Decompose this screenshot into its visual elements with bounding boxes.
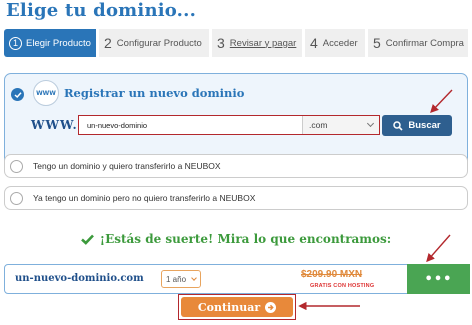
existing-radio[interactable] <box>10 191 23 205</box>
globe-www-label: WWW <box>36 89 56 97</box>
existing-domain-option[interactable]: Ya tengo un dominio pero no quiero trans… <box>4 186 468 210</box>
globe-www-icon: WWW <box>33 80 59 106</box>
search-icon <box>393 120 403 131</box>
transfer-domain-option[interactable]: Tengo un dominio y quiero transferirlo a… <box>4 154 468 178</box>
years-select[interactable]: 1 año <box>161 270 201 288</box>
continue-label: Continuar <box>197 300 261 314</box>
page-title: Elige tu dominio... <box>6 0 197 21</box>
register-title: Registrar un nuevo dominio <box>64 86 245 100</box>
step-number: 5 <box>373 35 381 51</box>
step-number: 3 <box>217 35 225 51</box>
arrow-right-icon <box>265 301 277 313</box>
step-confirmar-compra[interactable]: 5 Confirmar Compra <box>368 29 468 57</box>
step-acceder[interactable]: 4 Acceder <box>305 29 365 57</box>
domain-input[interactable] <box>79 116 303 134</box>
checkmark-icon <box>80 234 94 245</box>
chevron-down-icon <box>366 119 375 128</box>
step-number: 4 <box>310 35 318 51</box>
tld-value: .com <box>309 120 328 130</box>
result-price: $209.90 MXN <box>301 269 363 280</box>
step-label: Confirmar Compra <box>385 37 464 49</box>
more-options-label: ••• <box>424 271 453 287</box>
result-heading: ¡Estás de suerte! Mira lo que encontramo… <box>0 232 472 246</box>
domain-result-row: un-nuevo-dominio.com 1 año $209.90 MXN G… <box>4 264 470 294</box>
tld-select[interactable]: .com <box>303 116 379 134</box>
years-value: 1 año <box>166 274 187 284</box>
domain-search-group: .com <box>78 115 380 135</box>
search-button-label: Buscar <box>408 120 441 131</box>
register-option-check-icon[interactable] <box>11 88 24 101</box>
result-domain-name: un-nuevo-dominio.com <box>15 273 144 284</box>
price-note: GRATIS CON HOSTING <box>310 283 375 289</box>
step-revisar-y-pagar[interactable]: 3 Revisar y pagar <box>212 29 302 57</box>
step-elegir-producto[interactable]: 1 Elegir Producto <box>4 29 96 57</box>
transfer-option-label: Tengo un dominio y quiero transferirlo a… <box>33 161 221 171</box>
step-label: Configurar Producto <box>116 37 202 49</box>
chevron-down-icon <box>191 274 197 281</box>
more-options-button[interactable]: ••• <box>407 264 470 294</box>
result-heading-text: ¡Estás de suerte! Mira lo que encontramo… <box>99 232 392 246</box>
checkout-steps: 1 Elegir Producto 2 Configurar Producto … <box>4 29 468 57</box>
transfer-radio[interactable] <box>10 159 23 173</box>
step-label: Elegir Producto <box>26 37 91 49</box>
step-configurar-producto[interactable]: 2 Configurar Producto <box>99 29 209 57</box>
search-button[interactable]: Buscar <box>382 115 452 136</box>
continue-highlight: Continuar <box>178 294 296 320</box>
existing-option-label: Ya tengo un dominio pero no quiero trans… <box>33 193 256 203</box>
step-number: 1 <box>9 36 22 50</box>
www-prefix: WWW. <box>31 118 78 132</box>
step-label: Revisar y pagar <box>229 37 297 49</box>
step-label: Acceder <box>322 37 358 49</box>
step-number: 2 <box>104 35 112 51</box>
continue-button[interactable]: Continuar <box>181 297 293 317</box>
